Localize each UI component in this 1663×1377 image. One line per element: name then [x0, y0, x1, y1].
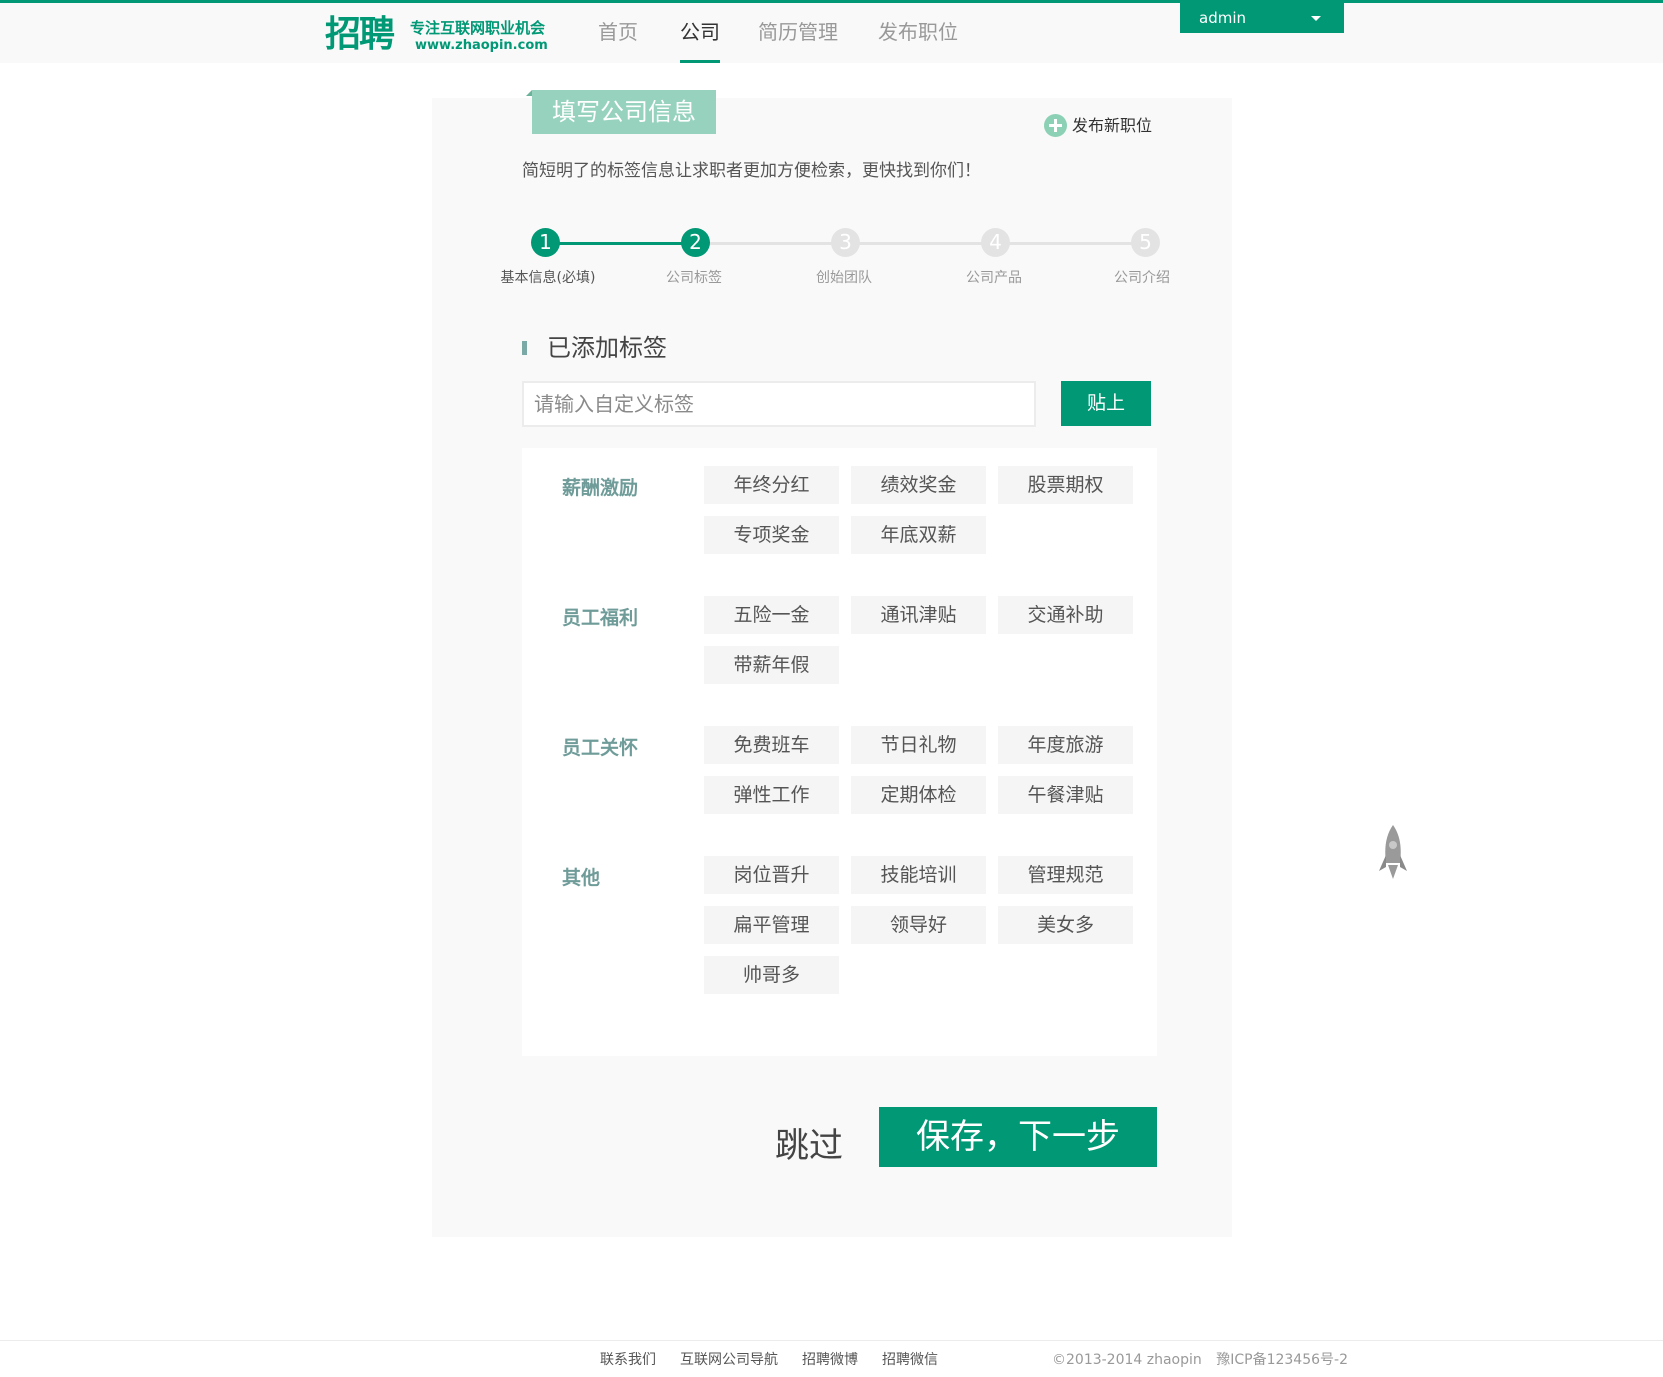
- step-1-label: 基本信息(必填): [500, 270, 596, 286]
- rocket-icon[interactable]: [1378, 825, 1408, 890]
- page-subtitle: 简短明了的标签信息让求职者更加方便检索，更快找到你们！: [522, 161, 981, 181]
- footer-contact-link[interactable]: 联系我们: [600, 1349, 656, 1369]
- tag-option[interactable]: 扁平管理: [704, 906, 839, 944]
- logo-slogan: 专注互联网职业机会: [410, 19, 546, 37]
- step-5-circle[interactable]: 5: [1131, 228, 1160, 257]
- step-1-circle[interactable]: 1: [531, 228, 560, 257]
- tag-option[interactable]: 午餐津贴: [998, 776, 1133, 814]
- nav-resume-management[interactable]: 简历管理: [758, 3, 838, 63]
- section-marker: [522, 341, 527, 355]
- step-connector: [695, 242, 845, 245]
- tag-option[interactable]: 年度旅游: [998, 726, 1133, 764]
- footer-wechat-link[interactable]: 招聘微信: [882, 1349, 938, 1369]
- group-label-benefits: 员工福利: [562, 607, 639, 629]
- footer-divider: [0, 1340, 1663, 1341]
- user-menu-dropdown[interactable]: admin: [1180, 3, 1344, 33]
- tag-option[interactable]: 管理规范: [998, 856, 1133, 894]
- tag-option[interactable]: 专项奖金: [704, 516, 839, 554]
- step-2-circle[interactable]: 2: [681, 228, 710, 257]
- tag-option[interactable]: 领导好: [851, 906, 986, 944]
- tag-option[interactable]: 免费班车: [704, 726, 839, 764]
- group-label-other: 其他: [562, 867, 601, 889]
- step-4-circle[interactable]: 4: [981, 228, 1010, 257]
- step-4-label: 公司产品: [966, 270, 1022, 286]
- tag-option[interactable]: 带薪年假: [704, 646, 839, 684]
- progress-steps: 1 2 3 4 5 基本信息(必填) 公司标签 创始团队 公司产品 公司介绍: [432, 228, 1232, 288]
- tag-option[interactable]: 美女多: [998, 906, 1133, 944]
- footer-company-nav-link[interactable]: 互联网公司导航: [680, 1349, 778, 1369]
- step-connector: [845, 242, 995, 245]
- tag-option[interactable]: 绩效奖金: [851, 466, 986, 504]
- nav-home[interactable]: 首页: [598, 3, 638, 63]
- tag-option[interactable]: 定期体检: [851, 776, 986, 814]
- custom-tag-input[interactable]: [522, 381, 1036, 427]
- step-3-label: 创始团队: [816, 270, 872, 286]
- step-5-label: 公司介绍: [1114, 270, 1170, 286]
- tag-option[interactable]: 技能培训: [851, 856, 986, 894]
- tag-option[interactable]: 年终分红: [704, 466, 839, 504]
- caret-down-icon: [1311, 16, 1321, 21]
- group-label-care: 员工关怀: [562, 737, 639, 759]
- nav-company[interactable]: 公司: [680, 3, 720, 63]
- publish-new-job-label: 发布新职位: [1072, 116, 1153, 135]
- nav-post-job[interactable]: 发布职位: [878, 3, 958, 63]
- footer-copyright: ©2013-2014 zhaopin 豫ICP备123456号-2: [1052, 1349, 1348, 1369]
- company-info-card: 填写公司信息 发布新职位 简短明了的标签信息让求职者更加方便检索，更快找到你们！…: [432, 90, 1232, 1237]
- logo-mark: 招聘: [325, 14, 395, 55]
- paste-tag-button[interactable]: 贴上: [1061, 381, 1151, 426]
- tag-option[interactable]: 节日礼物: [851, 726, 986, 764]
- logo-url: www.zhaopin.com: [415, 38, 548, 53]
- plus-circle-icon: [1044, 114, 1067, 137]
- step-2-label: 公司标签: [666, 270, 722, 286]
- icp-text: 豫ICP备123456号-2: [1216, 1352, 1348, 1368]
- tag-option[interactable]: 年底双薪: [851, 516, 986, 554]
- tag-options-panel: 薪酬激励 年终分红 绩效奖金 股票期权 专项奖金 年底双薪 员工福利 五险一金 …: [522, 448, 1157, 1056]
- skip-link[interactable]: 跳过: [775, 1118, 843, 1167]
- group-label-compensation: 薪酬激励: [562, 477, 639, 499]
- step-3-circle[interactable]: 3: [831, 228, 860, 257]
- step-connector: [995, 242, 1145, 245]
- footer-weibo-link[interactable]: 招聘微博: [802, 1349, 858, 1369]
- tag-option[interactable]: 五险一金: [704, 596, 839, 634]
- page-title: 填写公司信息: [526, 90, 716, 134]
- save-next-button[interactable]: 保存，下一步: [879, 1107, 1157, 1167]
- tag-option[interactable]: 帅哥多: [704, 956, 839, 994]
- user-name: admin: [1199, 9, 1246, 27]
- tag-option[interactable]: 股票期权: [998, 466, 1133, 504]
- copyright-text: ©2013-2014 zhaopin: [1052, 1352, 1202, 1368]
- step-connector-done: [545, 242, 695, 245]
- tag-option[interactable]: 弹性工作: [704, 776, 839, 814]
- added-tags-title: 已添加标签: [547, 334, 667, 362]
- tag-option[interactable]: 岗位晋升: [704, 856, 839, 894]
- tag-option[interactable]: 通讯津贴: [851, 596, 986, 634]
- tag-option[interactable]: 交通补助: [998, 596, 1133, 634]
